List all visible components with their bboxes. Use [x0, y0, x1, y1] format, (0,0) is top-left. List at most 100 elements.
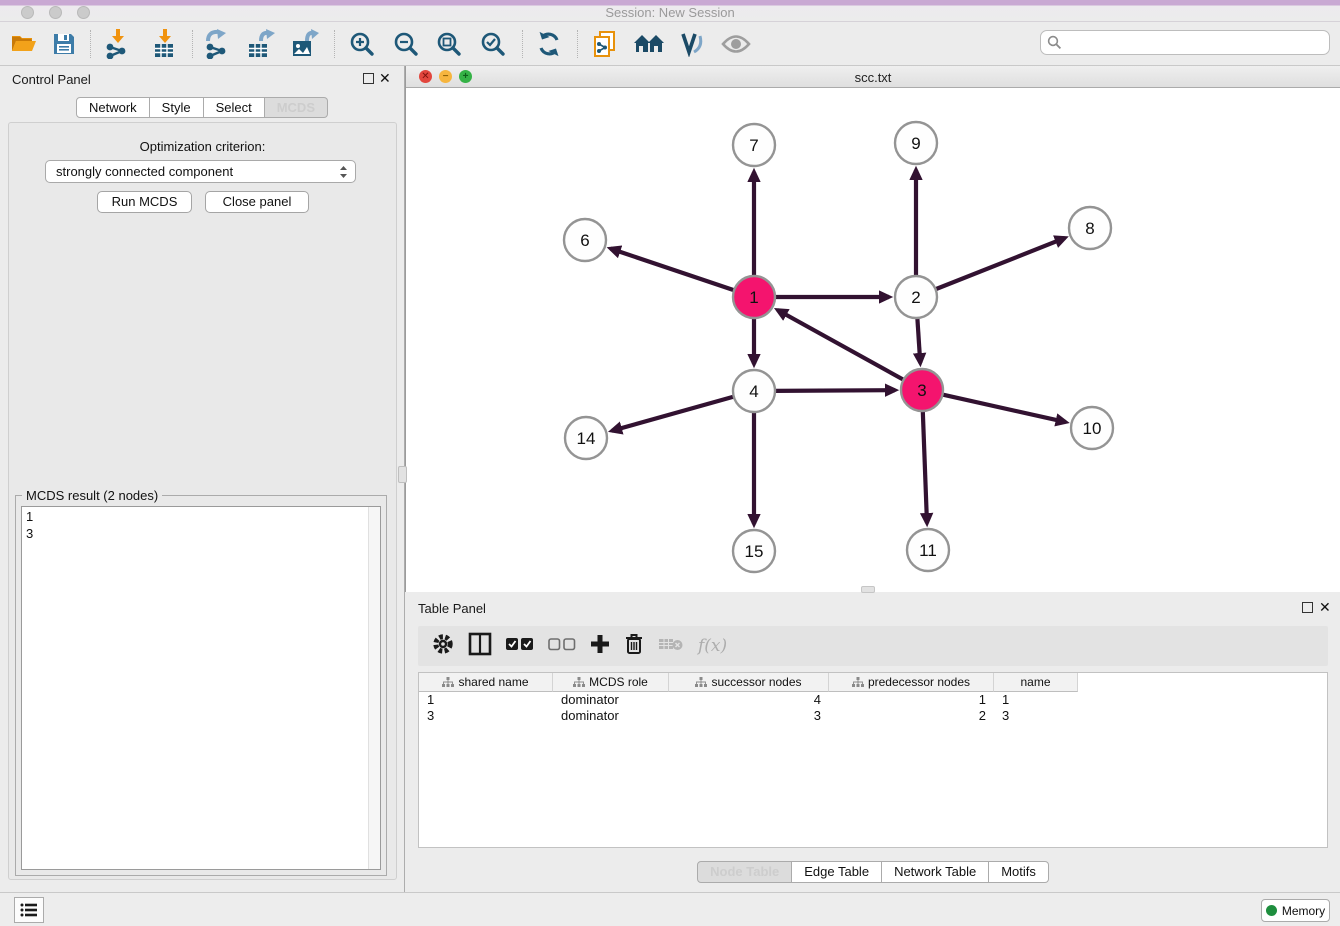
column-header-successor-nodes[interactable]: successor nodes — [669, 673, 829, 692]
search-input[interactable] — [1062, 32, 1329, 53]
graph-node-15[interactable]: 15 — [733, 530, 775, 572]
node-label: 11 — [919, 541, 937, 560]
result-scrollbar[interactable] — [368, 507, 380, 869]
zoom-fit-icon[interactable] — [431, 27, 467, 61]
graph-node-8[interactable]: 8 — [1069, 207, 1111, 249]
table-body: 1dominator4113dominator323 — [419, 692, 1327, 724]
zoom-selected-icon[interactable] — [475, 27, 511, 61]
tab-style[interactable]: Style — [150, 97, 204, 118]
close-table-panel-icon[interactable]: ✕ — [1319, 599, 1331, 615]
cell-successor-nodes: 3 — [669, 708, 829, 724]
node-label: 6 — [580, 231, 589, 250]
export-network-icon[interactable] — [200, 27, 236, 61]
column-header-MCDS-role[interactable]: MCDS role — [553, 673, 669, 692]
edge-2-8[interactable] — [936, 238, 1065, 289]
criterion-value: strongly connected component — [56, 164, 233, 179]
node-label: 2 — [911, 288, 920, 307]
delete-column-trash-icon[interactable] — [624, 633, 644, 660]
node-label: 15 — [745, 542, 764, 561]
graph-node-7[interactable]: 7 — [733, 124, 775, 166]
graph-node-9[interactable]: 9 — [895, 122, 937, 164]
select-all-columns-icon[interactable] — [506, 637, 534, 656]
show-columns-icon[interactable] — [468, 632, 492, 661]
zoom-in-icon[interactable] — [344, 27, 380, 61]
main-toolbar — [0, 22, 1340, 66]
edge-3-1[interactable] — [778, 310, 904, 380]
edge-4-14[interactable] — [612, 397, 734, 431]
task-history-list-icon[interactable] — [14, 897, 44, 923]
cell-MCDS-role: dominator — [553, 692, 669, 708]
table-panel-tabs: Node TableEdge TableNetwork TableMotifs — [406, 861, 1340, 883]
criterion-select[interactable]: strongly connected component — [45, 160, 356, 183]
node-label: 1 — [749, 288, 758, 307]
column-namespace-icon — [695, 677, 707, 688]
edge-2-3[interactable] — [917, 318, 920, 363]
graph-node-4[interactable]: 4 — [733, 370, 775, 412]
column-namespace-icon — [852, 677, 864, 688]
close-panel-icon[interactable]: ✕ — [379, 70, 391, 86]
table-settings-gear-icon[interactable] — [432, 633, 454, 660]
graph-node-10[interactable]: 10 — [1071, 407, 1113, 449]
edge-1-6[interactable] — [611, 249, 735, 291]
column-namespace-icon — [573, 677, 585, 688]
column-header-predecessor-nodes[interactable]: predecessor nodes — [829, 673, 994, 692]
edge-4-3[interactable] — [775, 390, 895, 391]
create-column-plus-icon[interactable] — [590, 634, 610, 659]
table-splitter-handle[interactable] — [861, 586, 875, 593]
first-neighbors-icon[interactable] — [631, 27, 667, 61]
network-window-titlebar: ✕ − + scc.txt — [406, 66, 1340, 88]
export-image-icon[interactable] — [287, 27, 323, 61]
import-table-icon[interactable] — [147, 27, 183, 61]
mcds-result-text[interactable]: 1 3 — [21, 506, 381, 870]
close-panel-button[interactable]: Close panel — [205, 191, 309, 213]
cell-name: 1 — [994, 692, 1078, 708]
save-session-icon[interactable] — [46, 27, 82, 61]
node-label: 4 — [749, 382, 758, 401]
tab-network[interactable]: Network — [76, 97, 150, 118]
tab-node-table[interactable]: Node Table — [697, 861, 792, 883]
float-panel-icon[interactable] — [363, 73, 374, 84]
cell-MCDS-role: dominator — [553, 708, 669, 724]
memory-button[interactable]: Memory — [1261, 899, 1330, 922]
tab-select[interactable]: Select — [204, 97, 265, 118]
table-toolbar: f(x) — [418, 626, 1328, 666]
panel-splitter-handle[interactable] — [398, 466, 407, 483]
table-row[interactable]: 3dominator323 — [419, 708, 1327, 724]
import-network-icon[interactable] — [100, 27, 136, 61]
select-chevrons-icon — [339, 164, 348, 180]
memory-label: Memory — [1282, 904, 1325, 918]
run-mcds-button[interactable]: Run MCDS — [97, 191, 192, 213]
edge-3-10[interactable] — [942, 395, 1065, 423]
float-table-panel-icon[interactable] — [1302, 602, 1313, 613]
graph-node-11[interactable]: 11 — [907, 529, 949, 571]
graph-node-1[interactable]: 1 — [733, 276, 775, 318]
hide-selected-icon[interactable] — [674, 27, 710, 61]
table-row[interactable]: 1dominator411 — [419, 692, 1327, 708]
unselect-all-columns-icon[interactable] — [548, 637, 576, 656]
mcds-panel: Optimization criterion: strongly connect… — [8, 122, 397, 880]
tab-mcds[interactable]: MCDS — [265, 97, 328, 118]
export-table-icon[interactable] — [243, 27, 279, 61]
node-label: 8 — [1085, 219, 1094, 238]
mcds-result-fieldset: MCDS result (2 nodes) 1 3 — [15, 495, 387, 876]
graph-node-6[interactable]: 6 — [564, 219, 606, 261]
refresh-icon[interactable] — [531, 27, 567, 61]
graph-node-3[interactable]: 3 — [901, 369, 943, 411]
column-header-shared-name[interactable]: shared name — [419, 673, 553, 692]
show-all-eye-icon[interactable] — [718, 27, 754, 61]
open-session-icon[interactable] — [6, 27, 42, 61]
edge-3-11[interactable] — [923, 411, 927, 523]
graph-node-14[interactable]: 14 — [565, 417, 607, 459]
tab-motifs[interactable]: Motifs — [989, 861, 1049, 883]
column-header-name[interactable]: name — [994, 673, 1078, 692]
tab-edge-table[interactable]: Edge Table — [792, 861, 882, 883]
function-builder-icon: f(x) — [698, 636, 727, 656]
cell-successor-nodes: 4 — [669, 692, 829, 708]
network-graph-canvas[interactable]: 7 9 6 8 1 2 4 3 14 10 15 11 — [406, 88, 1340, 592]
zoom-out-icon[interactable] — [388, 27, 424, 61]
status-bar: Memory — [0, 892, 1340, 926]
tab-network-table[interactable]: Network Table — [882, 861, 989, 883]
cell-name: 3 — [994, 708, 1078, 724]
clone-network-icon[interactable] — [587, 27, 623, 61]
graph-node-2[interactable]: 2 — [895, 276, 937, 318]
